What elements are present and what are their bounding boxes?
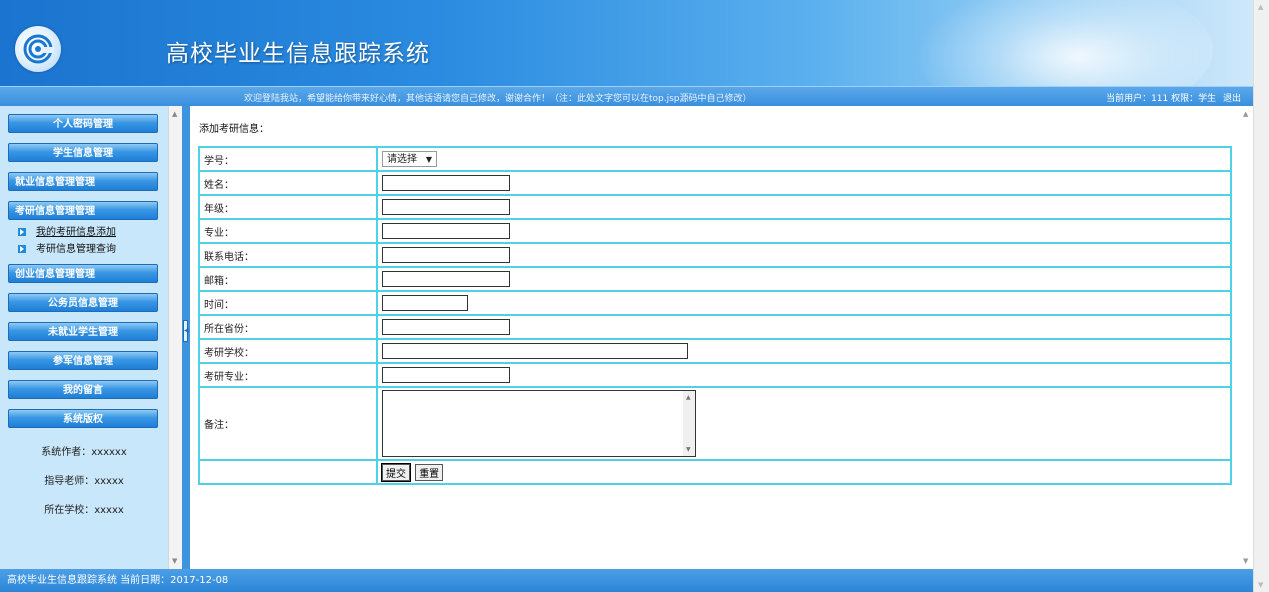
province-input[interactable] xyxy=(382,319,510,335)
menu-password[interactable]: 个人密码管理 xyxy=(8,114,158,133)
scroll-down-icon[interactable]: ▼ xyxy=(686,446,691,453)
student-id-label: 学号： xyxy=(199,147,377,171)
exam-major-label: 考研专业： xyxy=(199,363,377,387)
form-row: 备注： ▲ ▼ xyxy=(199,387,1231,460)
chevron-down-icon: ▼ xyxy=(425,155,432,164)
exam-major-input[interactable] xyxy=(382,367,510,383)
sidebar: 个人密码管理 学生信息管理 就业信息管理管理 考研信息管理管理 我的考研信息添加… xyxy=(0,106,168,569)
info-bar: 欢迎登陆我站，希望能给你带来好心情，其他话语请您自己修改，谢谢合作！（注：此处文… xyxy=(0,86,1253,106)
scroll-down-icon[interactable]: ▼ xyxy=(1258,581,1263,589)
student-id-select[interactable]: 请选择 ▼ xyxy=(382,151,437,167)
postgrad-form: 学号： 请选择 ▼ 姓名： 年级： 专业： 联系电话： 邮箱： 时间： 所在省份… xyxy=(198,146,1232,485)
system-title: 高校毕业生信息跟踪系统 xyxy=(166,41,430,67)
menu-postgrad[interactable]: 考研信息管理管理 xyxy=(8,201,158,220)
grade-label: 年级： xyxy=(199,195,377,219)
submit-button[interactable]: 提交 xyxy=(381,462,411,482)
form-row: 时间： xyxy=(199,291,1231,315)
page-title: 添加考研信息： xyxy=(199,124,269,135)
form-row: 考研专业： xyxy=(199,363,1231,387)
form-row: 提交 重置 xyxy=(199,460,1231,484)
page-scrollbar[interactable]: ▲ ▼ xyxy=(1253,0,1269,592)
submenu-label: 考研信息管理查询 xyxy=(36,244,116,255)
scroll-down-icon[interactable]: ▼ xyxy=(172,557,177,565)
scroll-up-icon[interactable]: ▲ xyxy=(172,110,177,118)
name-input[interactable] xyxy=(382,175,510,191)
scroll-up-icon[interactable]: ▲ xyxy=(1243,110,1248,118)
submenu-add-postgrad[interactable]: 我的考研信息添加 xyxy=(18,223,116,238)
menu-startup[interactable]: 创业信息管理管理 xyxy=(8,264,158,283)
empty-cell xyxy=(199,460,377,484)
scroll-up-icon[interactable]: ▲ xyxy=(686,394,691,401)
welcome-message: 欢迎登陆我站，希望能给你带来好心情，其他话语请您自己修改，谢谢合作！（注：此处文… xyxy=(244,94,752,104)
footer-bar: 高校毕业生信息跟踪系统 当前日期：2017-12-08 xyxy=(0,569,1253,592)
form-row: 姓名： xyxy=(199,171,1231,195)
menu-unemployed[interactable]: 未就业学生管理 xyxy=(8,322,158,341)
logout-link[interactable]: 退出 xyxy=(1223,94,1241,104)
submenu-label: 我的考研信息添加 xyxy=(36,227,116,238)
time-input[interactable] xyxy=(382,295,468,311)
form-row: 联系电话： xyxy=(199,243,1231,267)
user-info: 当前用户：111 权限：学生 退出 xyxy=(1106,91,1241,104)
email-input[interactable] xyxy=(382,271,510,287)
form-row: 考研学校： xyxy=(199,339,1231,363)
email-label: 邮箱： xyxy=(199,267,377,291)
menu-civil-servant[interactable]: 公务员信息管理 xyxy=(8,293,158,312)
credit-teacher: 指导老师：xxxxx xyxy=(44,476,124,487)
sidebar-scrollbar[interactable]: ▲ ▼ xyxy=(168,106,182,569)
credit-author: 系统作者：xxxxxx xyxy=(41,447,127,458)
remark-textarea[interactable] xyxy=(382,390,696,457)
form-row: 年级： xyxy=(199,195,1231,219)
phone-label: 联系电话： xyxy=(199,243,377,267)
logo-icon xyxy=(15,26,61,72)
footer-text: 高校毕业生信息跟踪系统 当前日期：2017-12-08 xyxy=(7,575,229,586)
menu-military[interactable]: 参军信息管理 xyxy=(8,351,158,370)
school-input[interactable] xyxy=(382,343,688,359)
name-label: 姓名： xyxy=(199,171,377,195)
current-user-text: 当前用户：111 权限：学生 xyxy=(1106,94,1217,104)
scroll-up-icon[interactable]: ▲ xyxy=(1258,3,1263,11)
header-banner: 高校毕业生信息跟踪系统 xyxy=(0,0,1253,86)
school-label: 考研学校： xyxy=(199,339,377,363)
menu-copyright[interactable]: 系统版权 xyxy=(8,409,158,428)
select-value: 请选择 xyxy=(387,154,417,165)
form-row: 邮箱： xyxy=(199,267,1231,291)
main-scrollbar[interactable]: ▲ ▼ xyxy=(1240,106,1253,569)
major-label: 专业： xyxy=(199,219,377,243)
banner-decoration xyxy=(913,0,1213,86)
form-row: 专业： xyxy=(199,219,1231,243)
remark-wrapper: ▲ ▼ xyxy=(382,390,696,457)
frame-splitter[interactable]: ◀ xyxy=(182,106,190,569)
form-row: 学号： 请选择 ▼ xyxy=(199,147,1231,171)
submenu-query-postgrad[interactable]: 考研信息管理查询 xyxy=(18,240,116,255)
menu-employment[interactable]: 就业信息管理管理 xyxy=(8,172,158,191)
main-content: 添加考研信息： 学号： 请选择 ▼ 姓名： 年级： 专业： 联系电话： 邮箱： … xyxy=(190,106,1253,569)
arrow-right-icon xyxy=(18,228,26,236)
menu-messages[interactable]: 我的留言 xyxy=(8,380,158,399)
reset-button[interactable]: 重置 xyxy=(415,463,444,481)
textarea-scrollbar[interactable]: ▲ ▼ xyxy=(683,391,695,456)
time-label: 时间： xyxy=(199,291,377,315)
phone-input[interactable] xyxy=(382,247,510,263)
major-input[interactable] xyxy=(382,223,510,239)
scroll-down-icon[interactable]: ▼ xyxy=(1243,557,1248,565)
collapse-toggle-icon[interactable]: ◀ xyxy=(183,320,189,342)
arrow-right-icon xyxy=(18,245,26,253)
menu-student-info[interactable]: 学生信息管理 xyxy=(8,143,158,162)
form-row: 所在省份： xyxy=(199,315,1231,339)
credit-school: 所在学校：xxxxx xyxy=(44,505,124,516)
province-label: 所在省份： xyxy=(199,315,377,339)
remark-label: 备注： xyxy=(199,387,377,460)
grade-input[interactable] xyxy=(382,199,510,215)
